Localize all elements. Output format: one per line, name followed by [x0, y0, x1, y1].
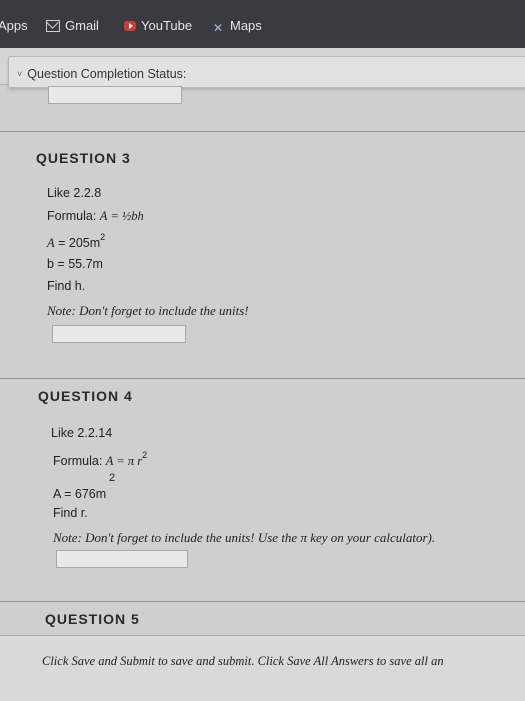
q3-area-given: A = 205m2	[47, 232, 106, 251]
divider-q4	[0, 378, 525, 379]
q3-base-given: b = 55.7m	[47, 257, 103, 271]
chevron-down-icon: ˅	[17, 69, 23, 79]
completion-status-label: Question Completion Status:	[27, 67, 187, 81]
q3-area-exponent: 2	[100, 232, 106, 242]
bookmark-maps[interactable]: ✕ Maps	[213, 18, 262, 35]
bookmark-youtube-label: YouTube	[141, 18, 193, 33]
question-5-title: QUESTION 5	[45, 611, 140, 627]
q3-formula-expr: A = ½bh	[99, 209, 144, 223]
completion-status-panel[interactable]: ˅ Question Completion Status:	[8, 56, 525, 88]
q4-formula: Formula: A = π r2	[53, 450, 148, 469]
answer-input-q3[interactable]	[52, 325, 186, 343]
bookmark-apps[interactable]: Apps	[0, 18, 28, 33]
bookmarks-bar: Apps Gmail YouTube ✕ Maps	[0, 0, 525, 48]
answer-input-q2[interactable]	[48, 86, 182, 104]
q3-area-symbol: A	[47, 236, 55, 251]
q4-like: Like 2.2.14	[51, 426, 113, 440]
q4-exponent-above: 2	[109, 472, 116, 484]
divider-q3	[0, 131, 525, 132]
bookmark-apps-label: Apps	[0, 18, 28, 33]
submit-instructions-bar: Click Save and Submit to save and submit…	[0, 635, 525, 701]
q3-find: Find h.	[47, 279, 86, 293]
answer-input-q4[interactable]	[56, 550, 188, 568]
submit-instructions-text: Click Save and Submit to save and submit…	[42, 654, 444, 668]
completion-status-toggle[interactable]: ˅ Question Completion Status:	[17, 67, 186, 81]
q3-area-value: = 205m	[54, 236, 101, 251]
youtube-icon	[124, 20, 136, 31]
bookmark-gmail[interactable]: Gmail	[46, 18, 99, 33]
q4-formula-label: Formula:	[53, 454, 106, 469]
divider-q5	[0, 601, 525, 602]
q4-formula-exponent: 2	[142, 450, 148, 460]
maps-icon: ✕	[213, 20, 224, 35]
gmail-icon	[46, 19, 60, 32]
q3-note: Note: Don't forget to include the units!	[47, 303, 249, 318]
q4-find: Find r.	[53, 506, 88, 520]
bookmark-maps-label: Maps	[230, 18, 262, 33]
bookmark-youtube[interactable]: YouTube	[124, 18, 192, 33]
q3-formula: Formula: A = ½bh	[47, 209, 144, 224]
q4-formula-expr: A = π r	[105, 454, 143, 469]
q4-note: Note: Don't forget to include the units!…	[53, 530, 436, 545]
completion-status-bar: ˅ Question Completion Status:	[0, 48, 525, 88]
bookmark-gmail-label: Gmail	[65, 18, 99, 33]
q4-area-given: A = 676m	[53, 487, 107, 501]
question-4-title: QUESTION 4	[38, 388, 133, 404]
question-3-title: QUESTION 3	[36, 150, 131, 166]
q3-like: Like 2.2.8	[47, 186, 102, 200]
q3-formula-label: Formula:	[47, 209, 100, 223]
